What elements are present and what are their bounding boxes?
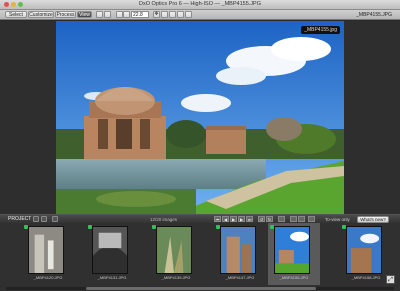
image-count: 12/20 images [150,217,178,222]
thumbnail-item[interactable]: _MBP4131.JPG [86,223,138,285]
photo-filename-tag: _MBP4155.jpg [301,26,340,34]
crop-tool-icon[interactable] [169,11,176,18]
filmstrip-scroll-thumb[interactable] [86,287,316,290]
next-image-icon[interactable]: ▶ [238,216,245,222]
thumbnail-label: _MBP4155.JPG [279,275,309,280]
filmstrip-scrollbar[interactable] [6,287,394,290]
thumbnail-item-selected[interactable]: _MBP4155.JPG [268,223,320,285]
whats-new-button[interactable]: What's new? [357,216,389,223]
view-button[interactable]: View [77,11,92,18]
hand-tool-icon[interactable]: ✥ [153,11,160,18]
thumbnail-label: _MBP4139.JPG [161,275,191,280]
expand-filmstrip-icon[interactable]: ⤢ [386,275,395,284]
app-window: DxO Optics Pro 6 — High-ISO — _MBP4155.J… [0,0,400,291]
play-icon[interactable]: ▶ [230,216,237,222]
title-bar: DxO Optics Pro 6 — High-ISO — _MBP4155.J… [0,0,400,10]
compare-view-icon[interactable] [104,11,111,18]
project-sort-icon[interactable] [41,216,47,222]
customize-button[interactable]: Customize [28,11,54,18]
thumbnail-image [346,226,382,274]
flag-icon[interactable] [278,216,285,222]
thumbnail-item[interactable]: _MBP4139.JPG [150,223,202,285]
thumbnail-label: _MBP4120.JPG [33,275,63,280]
retouch-tool-icon[interactable] [185,11,192,18]
actual-size-icon[interactable] [123,11,130,18]
first-image-icon[interactable]: ⏮ [214,216,221,222]
process-button[interactable]: Process [55,11,76,18]
project-menu-icon[interactable] [33,216,39,222]
rotate-left-icon[interactable]: ↺ [258,216,265,222]
delete-icon[interactable] [290,216,297,222]
thumbnail-image [220,226,256,274]
to-view-only-label[interactable]: To-view only [325,217,350,222]
previous-image-icon[interactable]: ◀ [222,216,229,222]
thumbnail-item[interactable]: _MBP4147.JPG [214,223,266,285]
project-label: PROJECT [8,216,32,222]
horizon-tool-icon[interactable] [177,11,184,18]
thumbnail-label: _MBP4158.JPG [351,275,381,280]
fit-view-icon[interactable] [116,11,123,18]
filmstrip[interactable]: _MBP4120.JPG _MBP4131.JPG _MBP4139.JPG _… [0,223,400,291]
rotate-right-icon[interactable]: ↻ [266,216,273,222]
select-button[interactable]: Select [5,11,27,18]
thumbnail-image [274,226,310,274]
project-bar: PROJECT 12/20 images ⏮ ◀ ▶ ▶ ⏭ ↺ ↻ To-vi… [0,214,400,223]
window-title: DxO Optics Pro 6 — High-ISO — _MBP4155.J… [139,1,261,7]
thumbnail-image [156,226,192,274]
settings-icon[interactable] [298,216,305,222]
last-image-icon[interactable]: ⏭ [246,216,253,222]
project-filter-icon[interactable] [52,216,58,222]
filmstrip-size-icon[interactable] [308,216,315,222]
main-photo[interactable]: _MBP4155.jpg [56,21,344,214]
thumbnail-label: _MBP4131.JPG [97,275,127,280]
current-filename: _MBP4155.JPG [356,12,392,18]
thumbnail-image [92,226,128,274]
thumbnail-label: _MBP4147.JPG [225,275,255,280]
single-view-icon[interactable] [96,11,103,18]
thumbnail-item[interactable]: _MBP4158.JPG [340,223,392,285]
white-balance-picker-icon[interactable] [161,11,168,18]
main-toolbar: Select Customize Process View 22.8 ✥ _MB… [0,10,400,20]
thumbnail-image [28,226,64,274]
palace-photo-image [56,21,344,214]
thumbnail-item[interactable]: _MBP4120.JPG [22,223,74,285]
image-viewer[interactable]: _MBP4155.jpg [0,21,400,214]
zoom-select[interactable]: 22.8 [131,11,149,18]
